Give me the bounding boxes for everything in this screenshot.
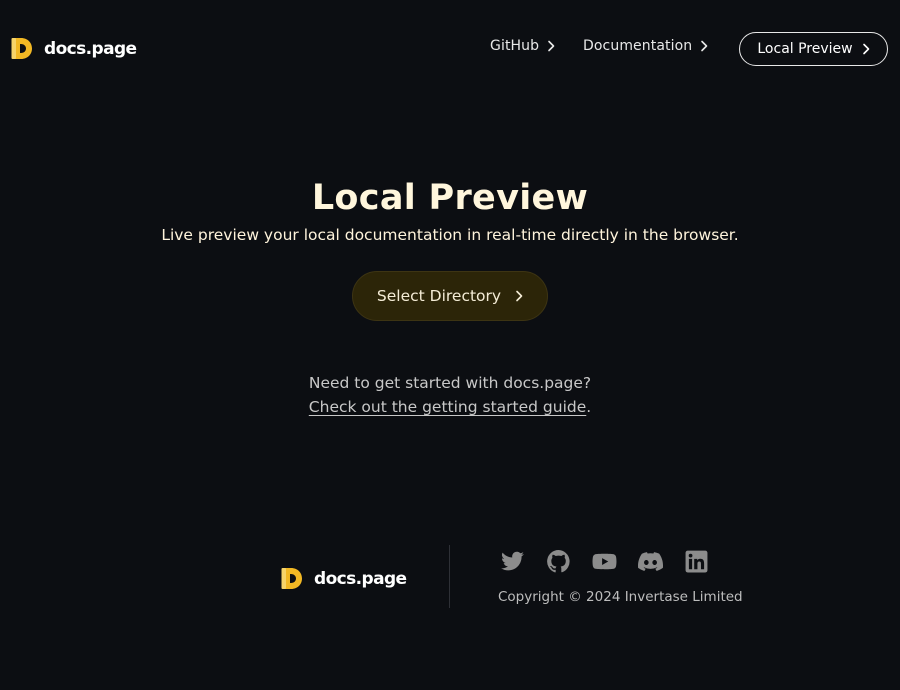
linkedin-icon[interactable]	[684, 549, 709, 574]
discord-icon[interactable]	[638, 549, 663, 574]
docs-page-logo-icon	[11, 38, 32, 59]
select-directory-label: Select Directory	[376, 287, 502, 305]
nav-github-label: GitHub	[490, 38, 540, 54]
nav-local-preview-button[interactable]: Local Preview	[739, 32, 888, 66]
nav-local-preview-label: Local Preview	[757, 41, 853, 57]
footer-brand-logo[interactable]: docs.page	[281, 566, 407, 591]
nav-documentation-link[interactable]: Documentation	[583, 38, 708, 54]
chevron-right-icon	[516, 290, 523, 302]
chevron-right-icon	[701, 40, 708, 52]
social-links	[500, 549, 709, 574]
footer-brand-name: docs.page	[314, 568, 407, 589]
footer-divider	[449, 545, 450, 608]
brand-name: docs.page	[44, 38, 137, 59]
page-subtitle: Live preview your local documentation in…	[161, 226, 739, 244]
youtube-icon[interactable]	[592, 549, 617, 574]
getting-started-guide-link[interactable]: Check out the getting started guide	[309, 398, 586, 416]
getting-started-hint: Need to get started with docs.page? Chec…	[0, 371, 900, 419]
brand-logo[interactable]: docs.page	[11, 36, 137, 61]
chevron-right-icon	[862, 43, 869, 55]
nav-documentation-label: Documentation	[583, 38, 693, 54]
select-directory-button[interactable]: Select Directory	[352, 271, 548, 321]
hint-suffix: .	[586, 398, 592, 416]
nav-github-link[interactable]: GitHub	[490, 38, 555, 54]
header: docs.page GitHub Documentation Local Pre…	[0, 0, 900, 98]
page: docs.page GitHub Documentation Local Pre…	[0, 0, 900, 690]
chevron-right-icon	[548, 40, 555, 52]
page-title: Local Preview	[311, 178, 589, 218]
twitter-icon[interactable]	[500, 549, 525, 574]
hint-link-line: Check out the getting started guide.	[0, 395, 900, 419]
hint-question: Need to get started with docs.page?	[308, 374, 592, 392]
copyright-text: Copyright © 2024 Invertase Limited	[498, 589, 743, 605]
github-icon[interactable]	[546, 549, 571, 574]
docs-page-logo-icon	[281, 568, 302, 589]
